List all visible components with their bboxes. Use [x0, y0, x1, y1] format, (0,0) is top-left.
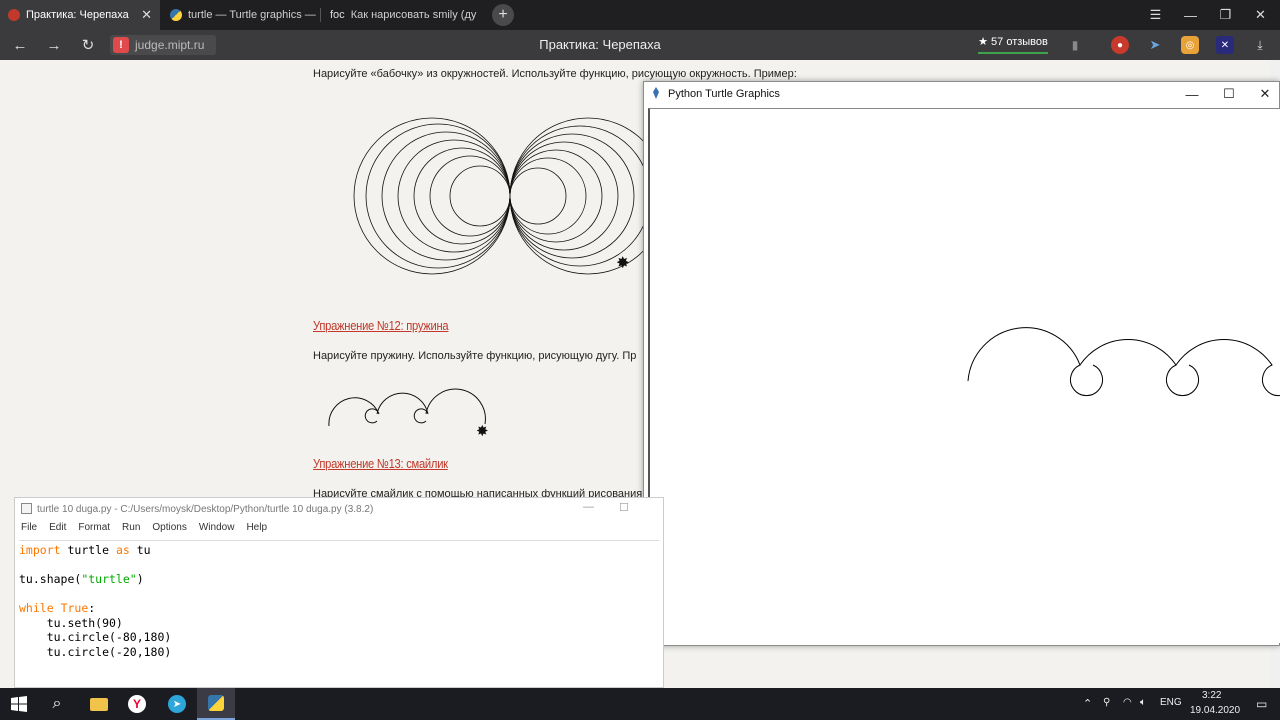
reload-icon[interactable]: ↻ [78, 35, 98, 55]
clock-time[interactable]: 3:22 [1202, 690, 1221, 701]
search-icon[interactable]: ⌕ [38, 688, 76, 720]
menu-file[interactable]: File [21, 522, 37, 538]
code-line: tu.circle(-80,180) [19, 630, 172, 644]
code-line: import turtle as tu [19, 543, 151, 557]
send-icon[interactable]: ➤ [1146, 36, 1164, 54]
yandex-browser-icon[interactable]: Y [118, 688, 156, 720]
extension-avatar-icon[interactable]: ● [1111, 36, 1129, 54]
extension-orange-icon[interactable]: ◎ [1181, 36, 1199, 54]
menu-help[interactable]: Help [246, 522, 267, 538]
tab-label: Как нарисовать smily (дуг [350, 9, 477, 21]
file-icon [21, 503, 32, 514]
network-icon[interactable]: ⚲ [1103, 697, 1110, 708]
python-idle-icon[interactable] [197, 688, 235, 720]
close-icon[interactable]: ✕ [1255, 86, 1275, 102]
tab-label: turtle — Turtle graphics — [188, 9, 316, 21]
minimize-icon[interactable]: — [1173, 0, 1208, 30]
reviews-badge[interactable]: ★ 57 отзывов [978, 34, 1048, 54]
windows-taskbar: ⌕ Y ➤ ⌃ ⚲ ◠ 🔈︎ ENG 3:22 19.04.2020 ▭ [0, 688, 1280, 720]
code-line: tu.circle(-20,180) [19, 644, 172, 659]
forward-icon[interactable]: → [44, 35, 64, 55]
clock-date[interactable]: 19.04.2020 [1190, 705, 1240, 716]
tab-label: Практика: Черепаха [26, 9, 129, 21]
code-line: tu.shape("turtle") [19, 572, 144, 586]
idle-window-title: turtle 10 duga.py - C:/Users/moysk/Deskt… [37, 504, 374, 515]
butterfly-example-figure: ✸ [353, 117, 645, 275]
idle-editor-window: turtle 10 duga.py - C:/Users/moysk/Deskt… [14, 497, 664, 688]
exercise-13-heading[interactable]: Упражнение №13: смайлик [313, 456, 448, 471]
close-window-icon[interactable]: ✕ [1243, 0, 1278, 30]
security-warning-icon[interactable]: ! [113, 37, 129, 53]
tab-divider [320, 8, 321, 22]
restore-icon[interactable]: ❐ [1208, 0, 1243, 30]
site-favicon-icon [8, 9, 20, 21]
turtle-window-titlebar[interactable]: Python Turtle Graphics — ☐ ✕ [644, 82, 1279, 106]
close-tab-icon[interactable]: ✕ [141, 7, 152, 23]
turtle-cursor-icon: ✸ [476, 423, 489, 440]
menu-run[interactable]: Run [122, 522, 140, 538]
address-bar: ← → ↻ ! judge.mipt.ru Практика: Черепаха [0, 30, 1280, 60]
turtle-graphics-window: Python Turtle Graphics — ☐ ✕ [643, 81, 1280, 646]
downloads-icon[interactable]: ⤓ [1251, 36, 1269, 54]
tab-favicon-text: foc [330, 9, 345, 21]
exercise-12-heading[interactable]: Упражнение №12: пружина [313, 318, 449, 333]
tray-chevron-icon[interactable]: ⌃ [1083, 697, 1092, 710]
python-favicon-icon [170, 9, 182, 21]
extension-blue-icon[interactable]: ✕ [1216, 36, 1234, 54]
language-indicator[interactable]: ENG [1160, 697, 1182, 708]
turtle-cursor-icon: ✸ [616, 255, 629, 272]
new-tab-button[interactable]: + [492, 4, 514, 26]
file-explorer-icon[interactable] [80, 688, 118, 720]
minimize-icon[interactable]: — [1182, 86, 1202, 102]
wifi-icon[interactable]: ◠ [1123, 697, 1132, 708]
code-editor[interactable]: import turtle as tu tu.shape("turtle") whi… [19, 540, 659, 687]
menu-options[interactable]: Options [152, 522, 186, 538]
idle-titlebar[interactable]: turtle 10 duga.py - C:/Users/moysk/Deskt… [15, 498, 663, 520]
tab-turtle-docs[interactable]: turtle — Turtle graphics — [162, 0, 317, 30]
feather-icon [653, 87, 659, 99]
back-icon[interactable]: ← [10, 35, 30, 55]
start-button[interactable] [0, 688, 38, 720]
exercise-12-text: Нарисуйте пружину. Используйте функцию, … [313, 350, 637, 362]
idle-menubar: File Edit Format Run Options Window Help [15, 522, 663, 538]
menu-window[interactable]: Window [199, 522, 235, 538]
spring-example-figure: ✸ [328, 388, 489, 440]
url-field[interactable]: ! judge.mipt.ru [110, 35, 216, 55]
turtle-canvas[interactable] [648, 108, 1280, 643]
butterfly-instructions: Нарисуйте «бабочку» из окружностей. Испо… [313, 68, 797, 80]
url-text: judge.mipt.ru [135, 38, 205, 52]
menu-icon[interactable]: ☰ [1138, 0, 1173, 30]
menu-edit[interactable]: Edit [49, 522, 66, 538]
menu-format[interactable]: Format [78, 522, 110, 538]
code-line: tu.seth(90) [19, 615, 123, 630]
turtle-drawing [967, 327, 1280, 397]
page-title: Практика: Черепаха [539, 37, 661, 52]
turtle-window-title: Python Turtle Graphics [668, 88, 780, 100]
notifications-icon[interactable]: ▭ [1256, 697, 1267, 711]
tab-smily-arc[interactable]: foc Как нарисовать smily (дуг [322, 0, 477, 30]
code-line: while True: [19, 601, 96, 615]
tab-practice-turtle[interactable]: Практика: Черепаха ✕ [0, 0, 160, 30]
telegram-icon[interactable]: ➤ [158, 688, 196, 720]
browser-tab-strip: Практика: Черепаха ✕ turtle — Turtle gra… [0, 0, 1280, 30]
minimize-icon[interactable]: — [583, 501, 594, 513]
maximize-icon[interactable]: ☐ [619, 501, 629, 514]
windows-logo-icon [11, 696, 27, 712]
volume-icon[interactable]: 🔈︎ [1140, 697, 1146, 708]
bookmark-icon[interactable]: ▮ [1066, 36, 1084, 54]
maximize-icon[interactable]: ☐ [1219, 86, 1239, 102]
